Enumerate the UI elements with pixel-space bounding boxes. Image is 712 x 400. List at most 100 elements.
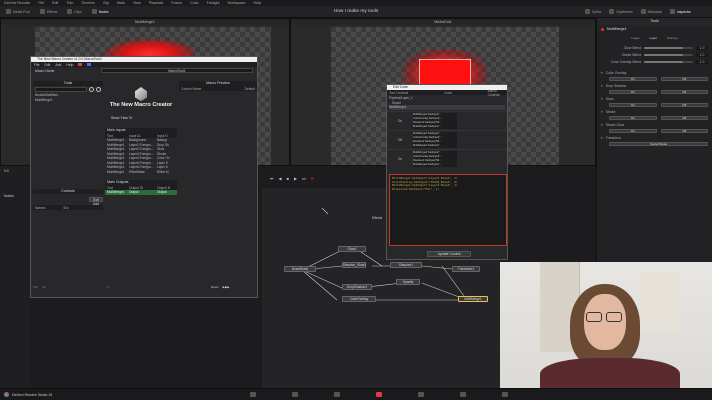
- tree-item[interactable]: MultiMerge1: [389, 105, 505, 110]
- inspector-section[interactable]: ▾ Glow: [601, 95, 708, 102]
- code-cell-line[interactable]: MultiMerge1:SetInput("...: [413, 144, 457, 148]
- resolve-logo-icon: [4, 392, 9, 397]
- menu-playback[interactable]: Playback: [149, 1, 164, 5]
- inputs-cell: Layer2.Foregro...: [129, 147, 154, 152]
- section-option-button[interactable]: Off: [660, 102, 708, 108]
- menu-workspace[interactable]: Workspace: [228, 1, 246, 5]
- slider-value[interactable]: 1.0: [696, 45, 708, 50]
- update-control-button[interactable]: Update Control: [427, 251, 471, 257]
- menu-view[interactable]: View: [133, 1, 141, 5]
- inspector-section[interactable]: ▾ Stroke Glow: [601, 121, 708, 128]
- node-multimerge1[interactable]: MultiMerge1: [458, 296, 488, 302]
- section-option-button[interactable]: On: [609, 115, 657, 121]
- menu-trim[interactable]: Trim: [66, 1, 73, 5]
- inspector-node-name: MultiMerge1: [607, 27, 627, 31]
- page-color-icon[interactable]: [418, 392, 424, 397]
- controls-col-ids: IDs: [63, 205, 69, 210]
- inspector-section[interactable]: ▾ Transform: [601, 134, 708, 141]
- node-opacity[interactable]: Opacity: [396, 279, 420, 285]
- node-drawshield[interactable]: DrawShield: [284, 266, 316, 272]
- section-option-button[interactable]: Off: [660, 115, 708, 121]
- tools-item[interactable]: MultiMerge1: [33, 98, 103, 103]
- inspector-node-row[interactable]: MultiMerge1: [597, 25, 712, 33]
- node-dropshadow1[interactable]: DropShadow1: [342, 284, 372, 290]
- menu-mark[interactable]: Mark: [117, 1, 125, 5]
- page-fusion-icon[interactable]: [376, 392, 382, 397]
- section-option-button[interactable]: Off: [660, 89, 708, 95]
- nav-updown-button[interactable]: ↑↓: [107, 285, 110, 289]
- loop-button[interactable]: ⟳: [311, 176, 314, 181]
- page-edit-icon[interactable]: [334, 392, 340, 397]
- page-media-icon[interactable]: [250, 392, 256, 397]
- state-label[interactable]: On: [387, 157, 413, 161]
- exit-add-button[interactable]: Exit Add: [89, 197, 103, 206]
- inspector-section[interactable]: ▾ Drop Shadow: [601, 82, 708, 89]
- slider-value[interactable]: 1.0: [696, 59, 708, 64]
- inspector-section[interactable]: ▾ Color Overlay: [601, 69, 708, 76]
- page-deliver-icon[interactable]: [502, 392, 508, 397]
- page-cut-icon[interactable]: [292, 392, 298, 397]
- stop-button[interactable]: ■: [287, 176, 289, 181]
- menu-color[interactable]: Color: [190, 1, 199, 5]
- section-option-button[interactable]: Off: [660, 128, 708, 134]
- discord-icon[interactable]: [87, 63, 92, 66]
- play-reverse-button[interactable]: ◀: [279, 176, 282, 181]
- node-dissolve1[interactable]: Dissolve1: [390, 262, 422, 268]
- menu-timeline[interactable]: Timeline: [81, 1, 94, 5]
- youtube-icon[interactable]: [78, 63, 83, 66]
- inspector-header[interactable]: Tools: [597, 18, 712, 25]
- show-how-to-button[interactable]: Show 'How To': [105, 116, 177, 120]
- menu-app[interactable]: DaVinci Resolve: [4, 1, 30, 5]
- menu-fairlight[interactable]: Fairlight: [207, 1, 220, 5]
- node-coloroverlay[interactable]: ColorOverlay: [342, 296, 376, 302]
- section-option-button[interactable]: On: [609, 76, 657, 82]
- skip-back-button[interactable]: ⏮: [270, 176, 274, 181]
- menu-clip[interactable]: Clip: [103, 1, 109, 5]
- node-transform1[interactable]: Transform1: [452, 266, 480, 272]
- inspector-subtabs: Image Layer Settings: [597, 33, 712, 42]
- nav-first-button[interactable]: <<<: [33, 285, 38, 289]
- search-icon[interactable]: [89, 87, 94, 92]
- menu-fusion[interactable]: Fusion: [171, 1, 182, 5]
- outputs-row[interactable]: MultiMerge1 Output Output: [105, 190, 177, 195]
- menu-help[interactable]: Help: [253, 1, 260, 5]
- macro-menu-file[interactable]: File: [34, 63, 39, 67]
- play-button[interactable]: ▶: [294, 176, 297, 181]
- section-option-button[interactable]: On: [609, 102, 657, 108]
- node-glow1[interactable]: Glow1: [338, 246, 366, 252]
- slider-value[interactable]: 1.0: [696, 52, 708, 57]
- tab-settings[interactable]: Settings: [667, 36, 678, 40]
- macro-menu-edit[interactable]: Edit: [44, 63, 50, 67]
- nav-prev-button[interactable]: <<: [42, 285, 46, 289]
- code-cell-line[interactable]: MultiMerge1:SetInput("...: [413, 163, 457, 167]
- state-label[interactable]: Off: [387, 138, 413, 142]
- macro-menu-add[interactable]: Add: [55, 63, 61, 67]
- col-tool-controls: Tool Controls: [389, 90, 409, 95]
- inspector-section[interactable]: ▾ Stroke: [601, 108, 708, 115]
- section-option-button[interactable]: Center/Scale: [609, 141, 708, 147]
- page-fairlight-icon[interactable]: [460, 392, 466, 397]
- section-option-button[interactable]: On: [609, 128, 657, 134]
- slider-track[interactable]: [644, 46, 693, 49]
- tools-search: [33, 86, 103, 93]
- slider-track[interactable]: [644, 60, 693, 63]
- nav-down-button[interactable]: Down: [211, 285, 219, 289]
- inputs-row[interactable]: MultiMerge1 EffectMask Effect M: [105, 170, 177, 175]
- state-label[interactable]: On: [387, 119, 413, 123]
- menu-edit[interactable]: Edit: [52, 1, 58, 5]
- code-cell-line[interactable]: MultiMerge1:SetInput("...: [413, 125, 457, 129]
- tools-search-input[interactable]: [35, 87, 87, 92]
- code-editor[interactable]: MultiMerge1:SetInput("Layer5.Blend", 1) C…: [389, 174, 507, 246]
- menu-file[interactable]: File: [38, 1, 44, 5]
- node-dissolve-glow1[interactable]: Dissolve_Glow1: [342, 262, 366, 268]
- section-option-button[interactable]: On: [609, 89, 657, 95]
- refresh-icon[interactable]: [96, 87, 101, 92]
- macro-name-input[interactable]: MacroTool1: [101, 68, 253, 73]
- section-option-button[interactable]: Off: [660, 76, 708, 82]
- nav-last-button[interactable]: ▶▶▶: [223, 285, 230, 289]
- tab-layer[interactable]: Layer: [649, 36, 657, 40]
- tab-image[interactable]: Image: [631, 36, 639, 40]
- macro-menu-help[interactable]: Help: [66, 63, 73, 67]
- slider-track[interactable]: [644, 53, 693, 56]
- skip-forward-button[interactable]: ⏭: [302, 176, 306, 181]
